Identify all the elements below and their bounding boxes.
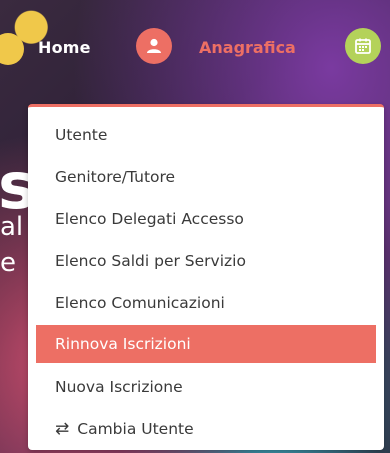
menu-item-label: Nuova Iscrizione — [55, 378, 183, 396]
menu-item-label: Cambia Utente — [77, 420, 194, 438]
menu-item-utente[interactable]: Utente — [28, 116, 384, 154]
menu-item-cambia-utente[interactable]: ⇄ Cambia Utente — [28, 410, 384, 448]
menu-item-rinnova-iscrizioni[interactable]: Rinnova Iscrizioni — [36, 325, 376, 363]
hero-text-fragment: e — [0, 248, 16, 278]
nav-calendar-icon-button[interactable] — [345, 28, 381, 64]
nav-anagrafica-link[interactable]: Anagrafica — [199, 38, 296, 57]
menu-item-label: Elenco Delegati Accesso — [55, 210, 244, 228]
menu-item-label: Utente — [55, 126, 108, 144]
menu-item-nuova-iscrizione[interactable]: Nuova Iscrizione — [28, 368, 384, 406]
swap-icon: ⇄ — [55, 419, 70, 439]
nav-home-link[interactable]: Home — [38, 38, 91, 57]
anagrafica-dropdown-menu: Utente Genitore/Tutore Elenco Delegati A… — [28, 104, 384, 450]
hero-text-fragment: al — [0, 212, 24, 242]
menu-item-elenco-delegati-accesso[interactable]: Elenco Delegati Accesso — [28, 200, 384, 238]
top-navigation: Home Anagrafica — [0, 0, 390, 90]
nav-circle-yellow[interactable] — [0, 33, 24, 65]
menu-item-label: Rinnova Iscrizioni — [55, 335, 191, 353]
user-icon — [147, 38, 161, 53]
nav-anagrafica-icon-button[interactable] — [136, 28, 172, 64]
calendar-icon — [355, 38, 371, 54]
menu-item-genitore-tutore[interactable]: Genitore/Tutore — [28, 158, 384, 196]
menu-item-elenco-comunicazioni[interactable]: Elenco Comunicazioni — [28, 284, 384, 322]
menu-item-label: Genitore/Tutore — [55, 168, 176, 186]
menu-item-label: Elenco Saldi per Servizio — [55, 252, 246, 270]
menu-item-elenco-saldi-per-servizio[interactable]: Elenco Saldi per Servizio — [28, 242, 384, 280]
menu-item-label: Elenco Comunicazioni — [55, 294, 225, 312]
